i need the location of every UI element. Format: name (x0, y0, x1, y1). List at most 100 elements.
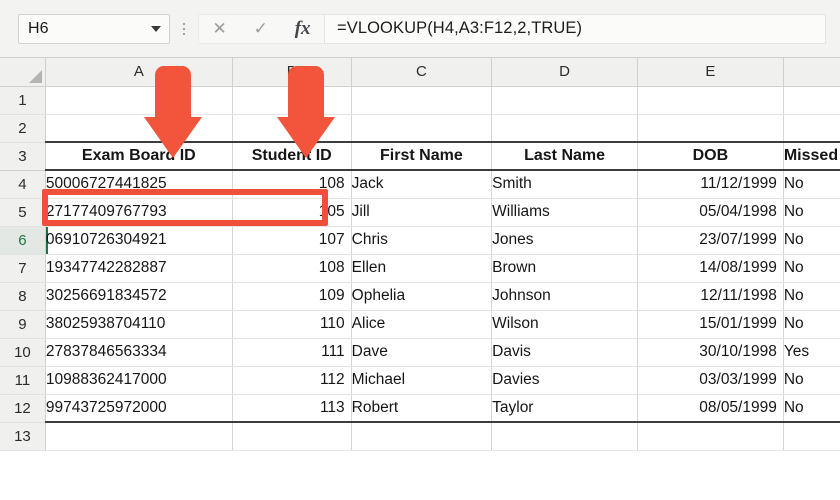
cell-first-name[interactable]: Chris (351, 226, 493, 255)
header-exam-board-id[interactable]: Exam Board ID (45, 141, 233, 171)
cell-last-name[interactable]: Taylor (491, 394, 638, 423)
name-box[interactable]: H6 (18, 13, 170, 44)
column-header-e[interactable]: E (637, 58, 784, 87)
cell-student-id[interactable]: 105 (232, 198, 352, 227)
cell-student-id[interactable]: 109 (232, 282, 352, 311)
table-row[interactable]: 2 (0, 114, 840, 143)
cell-a13[interactable] (45, 422, 233, 451)
table-row[interactable]: 11 10988362417000 112 Michael Davies 03/… (0, 366, 840, 395)
cell-student-id[interactable]: 112 (232, 366, 352, 395)
cell-first-name[interactable]: Dave (351, 338, 493, 367)
cell-f2[interactable] (783, 114, 840, 143)
row-header-5[interactable]: 5 (0, 198, 46, 227)
cell-first-name[interactable]: Ophelia (351, 282, 493, 311)
table-row[interactable]: 13 (0, 422, 840, 451)
row-header-6[interactable]: 6 (0, 226, 46, 255)
table-row[interactable]: 8 30256691834572 109 Ophelia Johnson 12/… (0, 282, 840, 311)
cell-exam-board-id[interactable]: 27837846563334 (45, 338, 233, 367)
cell-dob[interactable]: 05/04/1998 (637, 198, 784, 227)
cell-last-name[interactable]: Jones (491, 226, 638, 255)
cell-missed-classes[interactable]: No (783, 198, 840, 227)
header-missed-classes[interactable]: Missed Classes (783, 141, 840, 171)
insert-function-icon[interactable]: fx (295, 19, 311, 38)
column-header-b[interactable]: B (232, 58, 352, 87)
cell-last-name[interactable]: Smith (491, 170, 638, 199)
cell-exam-board-id[interactable]: 10988362417000 (45, 366, 233, 395)
row-header-11[interactable]: 11 (0, 366, 46, 395)
cell-exam-board-id[interactable]: 06910726304921 (45, 226, 233, 255)
cell-dob[interactable]: 03/03/1999 (637, 366, 784, 395)
cell-e1[interactable] (637, 86, 784, 115)
cell-dob[interactable]: 08/05/1999 (637, 394, 784, 423)
cell-f13[interactable] (783, 422, 840, 451)
table-header-row[interactable]: 3 Exam Board ID Student ID First Name La… (0, 141, 840, 171)
formula-bar-drag-handle[interactable] (176, 14, 192, 44)
cell-missed-classes[interactable]: No (783, 366, 840, 395)
cell-missed-classes[interactable]: No (783, 310, 840, 339)
cell-first-name[interactable]: Ellen (351, 254, 493, 283)
cell-first-name[interactable]: Jack (351, 170, 493, 199)
confirm-icon[interactable]: ✓ (254, 20, 268, 37)
cell-b13[interactable] (232, 422, 352, 451)
cell-b1[interactable] (232, 86, 352, 115)
table-row[interactable]: 1 (0, 86, 840, 115)
cell-d2[interactable] (491, 114, 638, 143)
formula-input[interactable]: =VLOOKUP(H4,A3:F12,2,TRUE) (324, 13, 826, 44)
cell-missed-classes[interactable]: No (783, 282, 840, 311)
cell-dob[interactable]: 30/10/1998 (637, 338, 784, 367)
row-header-12[interactable]: 12 (0, 394, 46, 423)
header-first-name[interactable]: First Name (351, 141, 493, 171)
row-header-9[interactable]: 9 (0, 310, 46, 339)
cell-c2[interactable] (351, 114, 493, 143)
cell-missed-classes[interactable]: No (783, 394, 840, 423)
cell-student-id[interactable]: 113 (232, 394, 352, 423)
row-header-1[interactable]: 1 (0, 86, 46, 115)
cell-last-name[interactable]: Wilson (491, 310, 638, 339)
table-row-active[interactable]: 6 06910726304921 107 Chris Jones 23/07/1… (0, 226, 840, 255)
header-student-id[interactable]: Student ID (232, 141, 352, 171)
cell-exam-board-id[interactable]: 30256691834572 (45, 282, 233, 311)
cell-a1[interactable] (45, 86, 233, 115)
cell-missed-classes[interactable]: Yes (783, 338, 840, 367)
select-all-corner[interactable] (0, 58, 46, 87)
cell-f1[interactable] (783, 86, 840, 115)
cell-dob[interactable]: 23/07/1999 (637, 226, 784, 255)
cell-last-name[interactable]: Brown (491, 254, 638, 283)
cell-a2[interactable] (45, 114, 233, 143)
row-header-3[interactable]: 3 (0, 142, 46, 171)
cell-first-name[interactable]: Jill (351, 198, 493, 227)
column-header-c[interactable]: C (351, 58, 493, 87)
cell-missed-classes[interactable]: No (783, 170, 840, 199)
cell-c1[interactable] (351, 86, 493, 115)
cell-dob[interactable]: 15/01/1999 (637, 310, 784, 339)
chevron-down-icon[interactable] (151, 25, 161, 32)
table-row[interactable]: 7 19347742282887 108 Ellen Brown 14/08/1… (0, 254, 840, 283)
column-header-f[interactable]: F (783, 58, 840, 87)
cell-exam-board-id[interactable]: 50006727441825 (45, 170, 233, 199)
cell-c13[interactable] (351, 422, 493, 451)
cell-exam-board-id[interactable]: 19347742282887 (45, 254, 233, 283)
header-last-name[interactable]: Last Name (491, 141, 638, 171)
cell-dob[interactable]: 12/11/1998 (637, 282, 784, 311)
cancel-icon[interactable]: ✕ (212, 20, 226, 37)
cell-first-name[interactable]: Michael (351, 366, 493, 395)
cell-last-name[interactable]: Davies (491, 366, 638, 395)
cell-first-name[interactable]: Alice (351, 310, 493, 339)
cell-missed-classes[interactable]: No (783, 254, 840, 283)
table-row[interactable]: 12 99743725972000 113 Robert Taylor 08/0… (0, 394, 840, 423)
row-header-2[interactable]: 2 (0, 114, 46, 143)
cell-dob[interactable]: 14/08/1999 (637, 254, 784, 283)
cell-student-id[interactable]: 110 (232, 310, 352, 339)
column-header-a[interactable]: A (45, 58, 233, 87)
cell-e13[interactable] (637, 422, 784, 451)
table-row[interactable]: 10 27837846563334 111 Dave Davis 30/10/1… (0, 338, 840, 367)
cell-student-id[interactable]: 107 (232, 226, 352, 255)
row-header-8[interactable]: 8 (0, 282, 46, 311)
name-box-value[interactable]: H6 (28, 20, 151, 38)
table-row[interactable]: 4 50006727441825 108 Jack Smith 11/12/19… (0, 170, 840, 199)
cell-b2[interactable] (232, 114, 352, 143)
cell-last-name[interactable]: Johnson (491, 282, 638, 311)
cell-first-name[interactable]: Robert (351, 394, 493, 423)
cell-student-id[interactable]: 108 (232, 170, 352, 199)
column-header-d[interactable]: D (491, 58, 638, 87)
